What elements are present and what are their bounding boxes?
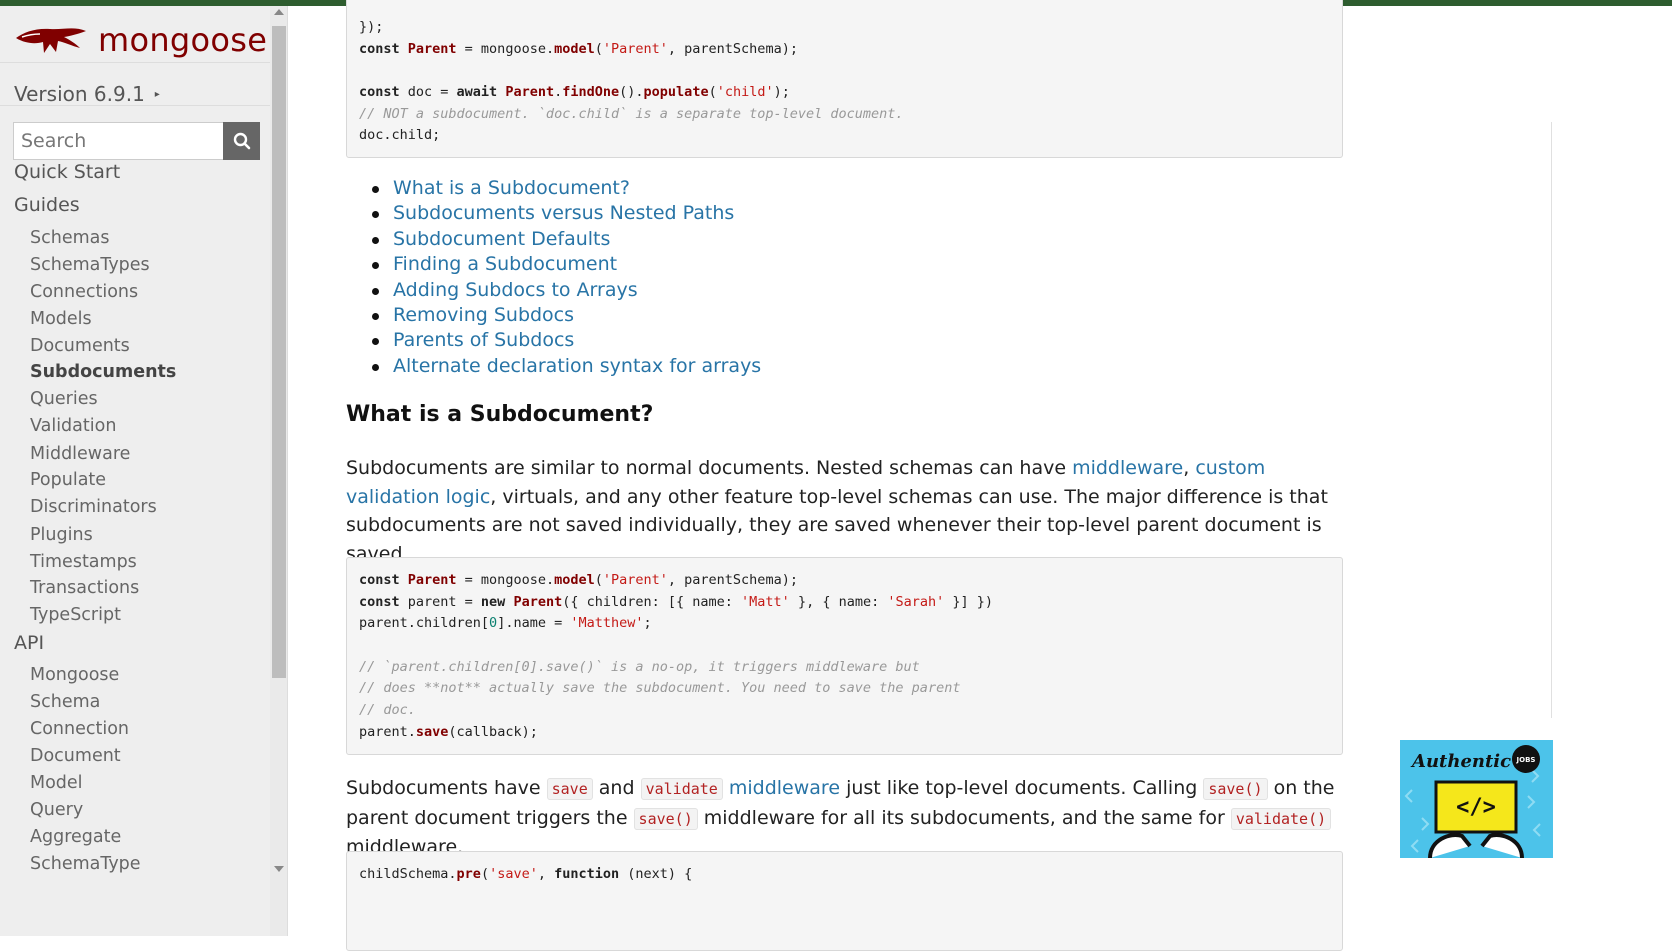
code-line: const Parent = mongoose.model('Parent', … xyxy=(359,40,798,57)
nav-item-plugins[interactable]: Plugins xyxy=(30,525,93,545)
nav-quick-start[interactable]: Quick Start xyxy=(14,161,120,183)
table-of-contents: What is a Subdocument? Subdocuments vers… xyxy=(370,176,761,379)
inline-code: save() xyxy=(1203,778,1268,800)
middleware-link[interactable]: middleware xyxy=(1072,457,1183,479)
version-label: Version 6.9.1 xyxy=(14,82,145,106)
toc-link-defaults[interactable]: Subdocument Defaults xyxy=(393,228,610,250)
inline-code: validate() xyxy=(1230,807,1332,830)
code-block-populate: }); const Parent = mongoose.model('Paren… xyxy=(346,0,1343,158)
nav-item-populate[interactable]: Populate xyxy=(30,470,106,490)
code-line: }); xyxy=(359,19,384,35)
toc-item: Parents of Subdocs xyxy=(370,328,761,353)
nav-item-schemas[interactable]: Schemas xyxy=(30,228,109,248)
version-selector[interactable]: Version 6.9.1 ▸ xyxy=(14,82,160,106)
mongoose-logo-icon xyxy=(16,28,86,53)
nav-item-models[interactable]: Models xyxy=(30,309,92,329)
toc-link-alternate-syntax[interactable]: Alternate declaration syntax for arrays xyxy=(393,355,761,377)
nav-item-schematypes[interactable]: SchemaTypes xyxy=(30,255,150,275)
code-line: doc.child; xyxy=(359,127,441,144)
toc-item: Alternate declaration syntax for arrays xyxy=(370,354,761,379)
code-block-subdoc-save: const Parent = mongoose.model('Parent', … xyxy=(346,557,1343,755)
toc-link-what-is-subdocument[interactable]: What is a Subdocument? xyxy=(393,177,630,199)
toc-item: Adding Subdocs to Arrays xyxy=(370,278,761,303)
nav-item-transactions[interactable]: Transactions xyxy=(30,578,139,598)
logo[interactable]: mongoose xyxy=(14,18,284,62)
page-edge-line xyxy=(1551,122,1552,718)
sidebar: mongoose Version 6.9.1 ▸ Quick Start Gui… xyxy=(0,6,288,936)
section-heading: What is a Subdocument? xyxy=(346,402,654,427)
code-line: parent.children[0].name = 'Matthew'; xyxy=(359,615,652,632)
code-comment: // NOT a subdocument. `doc.child` is a s… xyxy=(359,105,904,122)
nav-item-model[interactable]: Model xyxy=(30,773,83,793)
nav-item-validation[interactable]: Validation xyxy=(30,416,116,436)
toc-item: Subdocument Defaults xyxy=(370,227,761,252)
nav-item-timestamps[interactable]: Timestamps xyxy=(30,552,137,572)
middleware-link-2[interactable]: middleware xyxy=(729,777,840,799)
toc-item: Removing Subdocs xyxy=(370,303,761,328)
nav-guides[interactable]: Guides xyxy=(14,194,80,216)
nav-api[interactable]: API xyxy=(14,632,44,654)
toc-link-adding-to-arrays[interactable]: Adding Subdocs to Arrays xyxy=(393,279,638,301)
nav-item-discriminators[interactable]: Discriminators xyxy=(30,497,157,517)
nav-item-aggregate[interactable]: Aggregate xyxy=(30,827,121,847)
code-line: const Parent = mongoose.model('Parent', … xyxy=(359,572,798,588)
scroll-down-icon[interactable] xyxy=(274,866,284,872)
search-input[interactable] xyxy=(13,122,223,160)
sidebar-scrollbar[interactable] xyxy=(270,6,287,936)
nav-item-connection[interactable]: Connection xyxy=(30,719,129,739)
code-comment: // doc. xyxy=(359,702,416,719)
scroll-up-icon[interactable] xyxy=(274,9,284,15)
sidebar-divider xyxy=(0,62,270,63)
toc-item: What is a Subdocument? xyxy=(370,176,761,201)
search-form xyxy=(13,122,261,160)
code-comment: // `parent.children[0].save()` is a no-o… xyxy=(359,658,920,675)
nav-item-mongoose[interactable]: Mongoose xyxy=(30,665,119,685)
nav-item-documents[interactable]: Documents xyxy=(30,336,130,356)
inline-code: save xyxy=(546,778,593,800)
nav-item-schema[interactable]: Schema xyxy=(30,692,100,712)
middleware-paragraph: Subdocuments have save and validate midd… xyxy=(346,777,1335,858)
nav-item-query[interactable]: Query xyxy=(30,800,83,820)
nav-item-schematype[interactable]: SchemaType xyxy=(30,854,141,874)
code-block-pre-save: childSchema.pre('save', function (next) … xyxy=(346,851,1343,951)
brand-name: mongoose xyxy=(98,21,268,59)
advertisement[interactable]: Authentic JOBS </> xyxy=(1392,722,1568,878)
code-comment: // does **not** actually save the subdoc… xyxy=(359,680,961,697)
toc-link-parents[interactable]: Parents of Subdocs xyxy=(393,329,574,351)
ad-code-symbol: </> xyxy=(1456,795,1496,820)
intro-paragraph: Subdocuments are similar to normal docum… xyxy=(346,457,1328,565)
nav-item-middleware[interactable]: Middleware xyxy=(30,444,130,464)
caret-right-icon: ▸ xyxy=(154,88,160,100)
toc-link-removing[interactable]: Removing Subdocs xyxy=(393,304,574,326)
search-icon xyxy=(233,132,250,150)
toc-link-versus-nested-paths[interactable]: Subdocuments versus Nested Paths xyxy=(393,202,734,224)
nav-item-subdocuments[interactable]: Subdocuments xyxy=(30,362,176,382)
nav-item-queries[interactable]: Queries xyxy=(30,389,98,409)
toc-item: Finding a Subdocument xyxy=(370,252,761,277)
code-line: const doc = await Parent.findOne().popul… xyxy=(359,84,790,101)
nav-item-document[interactable]: Document xyxy=(30,746,121,766)
code-line: childSchema.pre('save', function (next) … xyxy=(359,866,693,882)
inline-code: validate xyxy=(640,778,723,800)
nav-item-typescript[interactable]: TypeScript xyxy=(30,605,121,625)
authentic-jobs-ad-image[interactable]: Authentic JOBS </> xyxy=(1400,740,1553,858)
ad-brand-text: Authentic xyxy=(1410,751,1511,772)
code-line: const parent = new Parent({ children: [{… xyxy=(359,593,994,610)
toc-item: Subdocuments versus Nested Paths xyxy=(370,201,761,226)
nav-item-connections[interactable]: Connections xyxy=(30,282,138,302)
toc-link-finding[interactable]: Finding a Subdocument xyxy=(393,253,617,275)
code-line: parent.save(callback); xyxy=(359,723,538,740)
sidebar-divider xyxy=(0,105,270,106)
search-button[interactable] xyxy=(223,122,260,160)
scrollbar-thumb[interactable] xyxy=(272,26,286,678)
inline-code: save() xyxy=(633,807,698,830)
ad-badge-text: JOBS xyxy=(1516,756,1536,764)
